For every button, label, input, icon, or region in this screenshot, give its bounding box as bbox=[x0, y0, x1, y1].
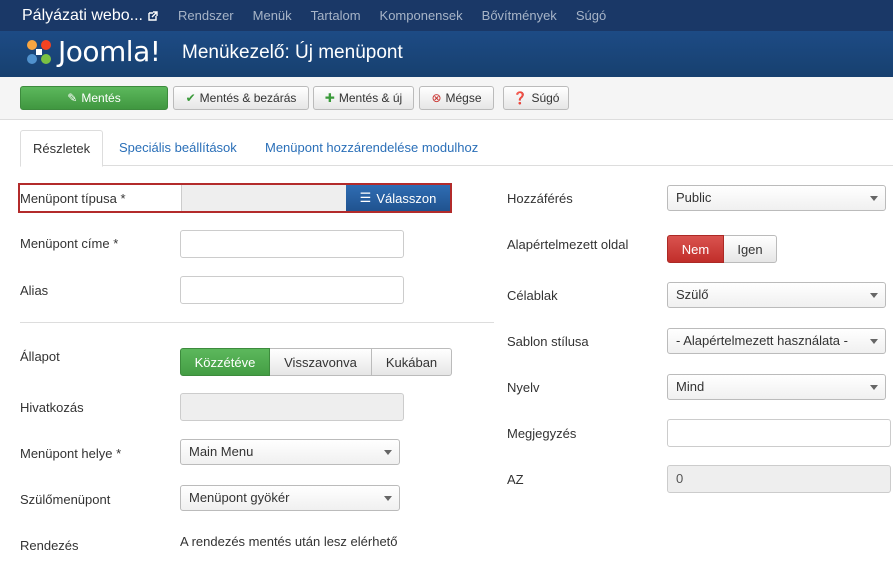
save-button[interactable]: ✎ Mentés bbox=[20, 86, 168, 110]
chevron-down-icon bbox=[384, 450, 392, 455]
language-select[interactable]: Mind bbox=[667, 374, 886, 400]
site-name-label: Pályázati webo... bbox=[22, 6, 143, 24]
toolbar: ✎ Mentés ✔ Mentés & bezárás ✚ Mentés & ú… bbox=[0, 77, 893, 120]
id-label: AZ bbox=[507, 472, 524, 487]
access-label: Hozzáférés bbox=[507, 191, 573, 206]
language-label: Nyelv bbox=[507, 380, 540, 395]
menu-item-content[interactable]: Tartalom bbox=[311, 8, 361, 23]
target-window-select[interactable]: Szülő bbox=[667, 282, 886, 308]
select-type-button[interactable]: ☰ Válasszon bbox=[346, 185, 450, 211]
language-value: Mind bbox=[676, 379, 705, 394]
edit-icon: ✎ bbox=[67, 91, 78, 105]
save-close-label: Mentés & bezárás bbox=[199, 91, 297, 105]
menu-item-type-field: Menüpont típusa * ☰ Válasszon bbox=[18, 183, 452, 213]
alias-input[interactable] bbox=[180, 276, 404, 304]
status-trashed-button[interactable]: Kukában bbox=[372, 348, 452, 376]
menu-item-title-label: Menüpont címe * bbox=[20, 236, 119, 251]
link-input bbox=[180, 393, 404, 421]
top-navbar: Pályázati webo... Rendszer Menük Tartalo… bbox=[0, 0, 893, 31]
save-new-label: Mentés & új bbox=[338, 91, 403, 105]
question-circle-icon: ❓ bbox=[512, 91, 528, 105]
chevron-down-icon bbox=[870, 385, 878, 390]
alias-label: Alias bbox=[20, 283, 49, 298]
close-circle-icon: ⊗ bbox=[431, 91, 442, 105]
status-label: Állapot bbox=[20, 349, 60, 364]
menu-item-menus[interactable]: Menük bbox=[253, 8, 292, 23]
chevron-down-icon bbox=[870, 293, 878, 298]
chevron-down-icon bbox=[384, 496, 392, 501]
menu-item-type-label: Menüpont típusa * bbox=[20, 191, 126, 206]
check-icon: ✔ bbox=[185, 91, 196, 105]
chevron-down-icon bbox=[870, 196, 878, 201]
template-style-label: Sablon stílusa bbox=[507, 334, 589, 349]
help-label: Súgó bbox=[531, 91, 560, 105]
ordering-label: Rendezés bbox=[20, 538, 79, 553]
default-page-label: Alapértelmezett oldal bbox=[507, 237, 629, 252]
parent-item-value: Menüpont gyökér bbox=[189, 490, 290, 505]
tab-details[interactable]: Részletek bbox=[20, 130, 104, 167]
menu-item-help[interactable]: Súgó bbox=[576, 8, 606, 23]
menu-location-label: Menüpont helye * bbox=[20, 446, 122, 461]
tab-advanced[interactable]: Speciális beállítások bbox=[119, 130, 237, 166]
chevron-down-icon bbox=[870, 339, 878, 344]
section-divider bbox=[20, 322, 494, 323]
menu-item-components[interactable]: Komponensek bbox=[380, 8, 463, 23]
template-style-value: - Alapértelmezett használata - bbox=[676, 333, 848, 348]
target-window-label: Célablak bbox=[507, 288, 558, 303]
ordering-note: A rendezés mentés után lesz elérhető bbox=[180, 534, 398, 549]
menu-item-title-input[interactable] bbox=[180, 230, 404, 258]
site-name-link[interactable]: Pályázati webo... bbox=[0, 7, 178, 25]
target-window-value: Szülő bbox=[676, 287, 709, 302]
note-label: Megjegyzés bbox=[507, 426, 577, 441]
list-icon: ☰ bbox=[359, 190, 372, 205]
select-type-label: Válasszon bbox=[376, 190, 437, 206]
joomla-logo: Joomla! bbox=[24, 35, 161, 68]
access-select[interactable]: Public bbox=[667, 185, 886, 211]
menu-location-value: Main Menu bbox=[189, 444, 254, 459]
cancel-label: Mégse bbox=[445, 91, 482, 105]
default-yes-button[interactable]: Igen bbox=[724, 235, 777, 263]
plus-icon: ✚ bbox=[324, 91, 335, 105]
external-link-icon bbox=[148, 10, 158, 21]
page-header: Joomla! Menükezelő: Új menüpont bbox=[0, 31, 893, 77]
logo-text: Joomla! bbox=[58, 35, 161, 68]
tab-module-assignment[interactable]: Menüpont hozzárendelése modulhoz bbox=[265, 130, 478, 166]
admin-menu: Rendszer Menük Tartalom Komponensek Bőví… bbox=[178, 8, 625, 23]
menu-item-system[interactable]: Rendszer bbox=[178, 8, 234, 23]
link-label: Hivatkozás bbox=[20, 400, 84, 415]
note-input[interactable] bbox=[667, 419, 891, 447]
tab-bar: Részletek Speciális beállítások Menüpont… bbox=[20, 130, 893, 167]
save-label: Mentés bbox=[81, 91, 121, 105]
menu-item-extensions[interactable]: Bővítmények bbox=[482, 8, 557, 23]
id-input: 0 bbox=[667, 465, 891, 493]
parent-item-label: Szülőmenüpont bbox=[20, 492, 111, 507]
menu-item-type-input bbox=[181, 185, 346, 211]
default-page-toggle-group: Nem Igen bbox=[667, 235, 777, 263]
save-close-button[interactable]: ✔ Mentés & bezárás bbox=[173, 86, 309, 110]
save-new-button[interactable]: ✚ Mentés & új bbox=[313, 86, 414, 110]
joomla-logo-icon bbox=[27, 39, 51, 64]
template-style-select[interactable]: - Alapértelmezett használata - bbox=[667, 328, 886, 354]
help-button[interactable]: ❓ Súgó bbox=[503, 86, 569, 110]
page-title: Menükezelő: Új menüpont bbox=[182, 42, 403, 63]
status-published-button[interactable]: Közzétéve bbox=[180, 348, 270, 376]
menu-location-select[interactable]: Main Menu bbox=[180, 439, 400, 465]
cancel-button[interactable]: ⊗ Mégse bbox=[419, 86, 494, 110]
parent-item-select[interactable]: Menüpont gyökér bbox=[180, 485, 400, 511]
status-toggle-group: Közzétéve Visszavonva Kukában bbox=[180, 348, 452, 376]
default-no-button[interactable]: Nem bbox=[667, 235, 724, 263]
access-value: Public bbox=[676, 190, 712, 205]
status-unpublished-button[interactable]: Visszavonva bbox=[270, 348, 372, 376]
